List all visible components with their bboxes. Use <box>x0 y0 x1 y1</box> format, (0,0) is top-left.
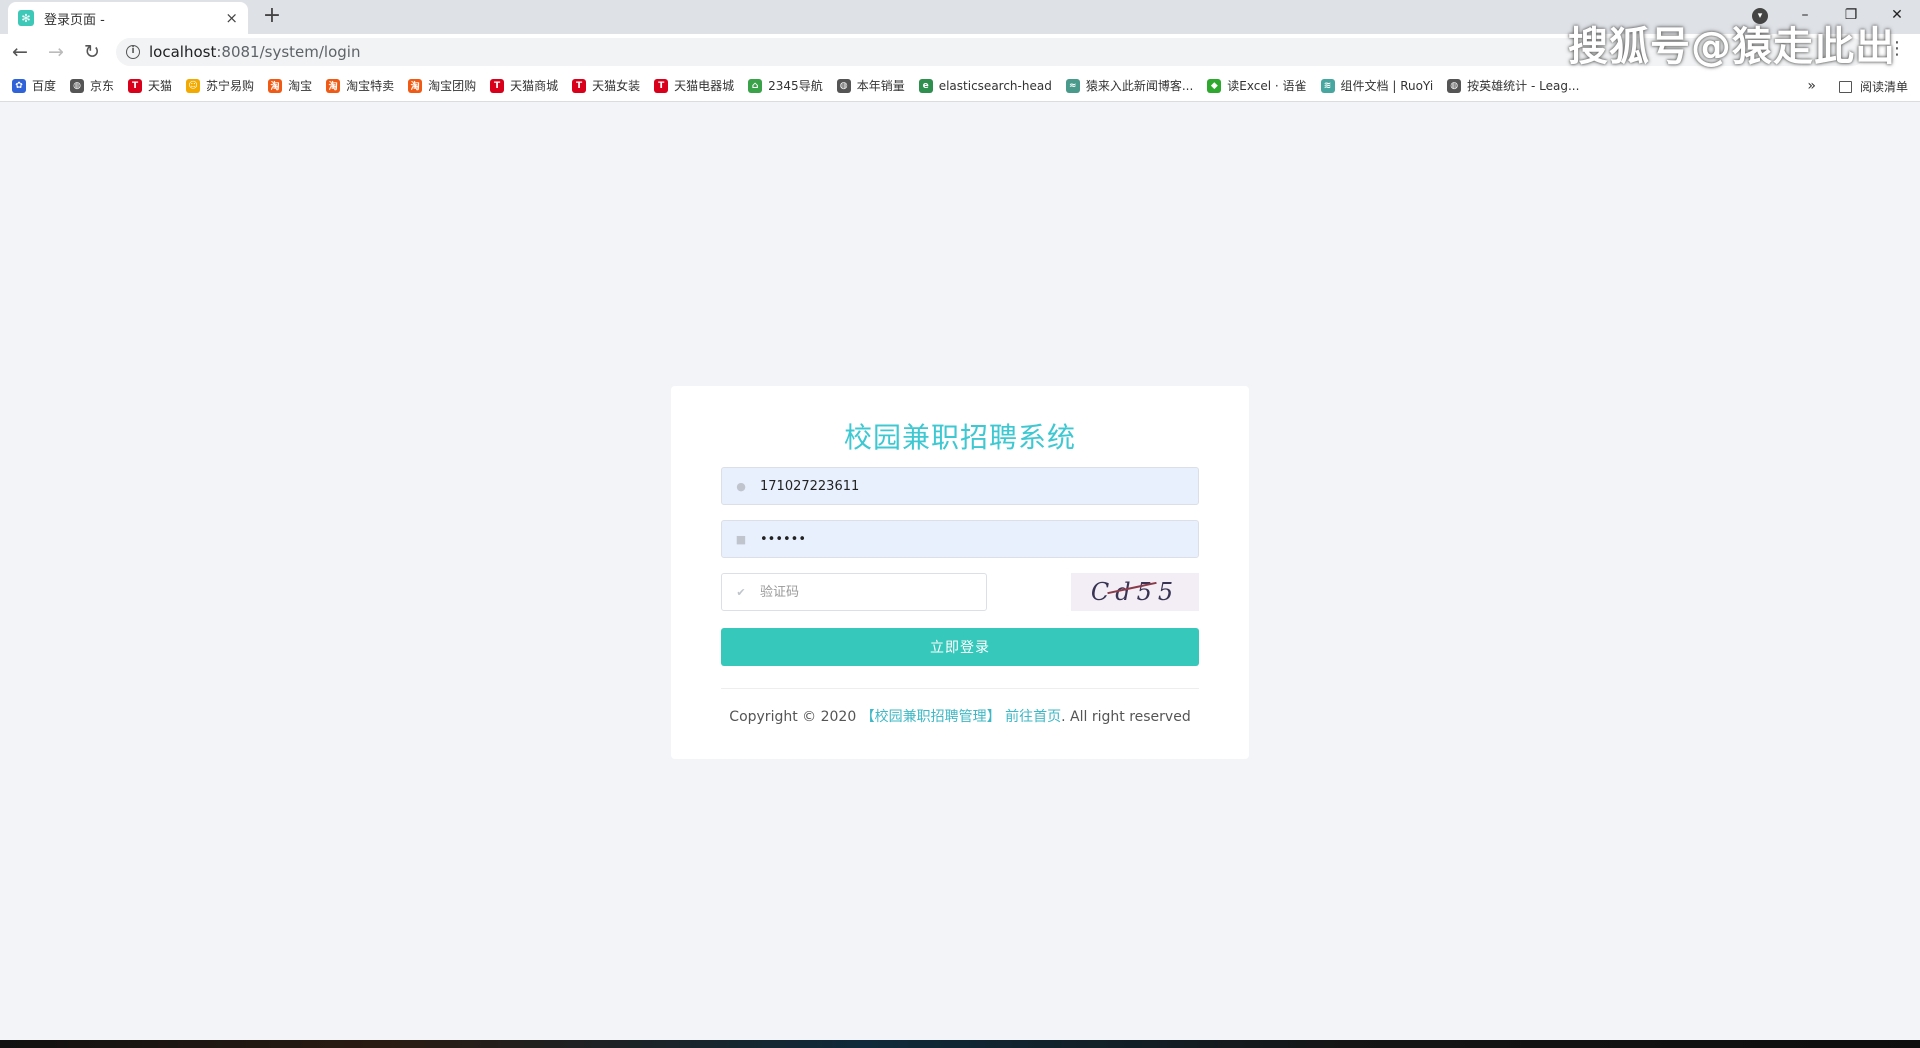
bookmark-item[interactable]: 淘淘宝团购 <box>408 77 476 94</box>
bookmark-label: 天猫商城 <box>510 79 559 93</box>
captcha-field[interactable]: ✔ <box>721 573 987 611</box>
bookmark-label: 百度 <box>32 79 57 93</box>
tab-title: 登录页面 - <box>44 12 105 28</box>
bookmarks-overflow-icon[interactable]: » <box>1807 78 1816 94</box>
user-icon: ● <box>736 479 746 493</box>
reload-icon[interactable]: ↻ <box>76 41 108 63</box>
bookmark-label: 京东 <box>90 79 115 93</box>
globe-icon: ◍ <box>1447 78 1462 93</box>
captcha-text: Cd55 <box>1090 578 1180 606</box>
yuque-icon: ◆ <box>1207 78 1222 93</box>
bookmark-item[interactable]: ☺ 苏宁易购 <box>186 77 254 94</box>
bookmark-item[interactable]: T 天猫商城 <box>490 77 558 94</box>
bookmark-label: 天猫 <box>148 79 173 93</box>
home-link[interactable]: 前往首页 <box>1005 709 1061 725</box>
active-tab[interactable]: ✻ 登录页面 - × <box>8 2 248 34</box>
password-field[interactable]: ■ <box>721 520 1199 558</box>
forward-arrow-icon[interactable]: → <box>40 41 72 63</box>
footer-suffix: . All right reserved <box>1061 709 1191 725</box>
taskbar <box>0 1040 1920 1048</box>
bookmark-item[interactable]: T 天猫 <box>128 77 172 94</box>
bookmark-label: 猿来入此新闻博客... <box>1085 79 1194 93</box>
url-host: localhost <box>149 43 217 61</box>
suning-icon: ☺ <box>186 78 201 93</box>
ruoyi-icon: ≋ <box>1320 78 1335 93</box>
bookmark-label: 组件文档 | RuoYi <box>1340 79 1434 93</box>
bookmark-label: 天猫女装 <box>592 79 641 93</box>
bookmark-label: 淘宝团购 <box>428 79 477 93</box>
bookmark-item[interactable]: ≋ 组件文档 | RuoYi <box>1320 77 1434 94</box>
bookmark-label: 读Excel · 语雀 <box>1227 79 1307 93</box>
bookmark-label: 按英雄统计 - Leag... <box>1467 79 1580 93</box>
check-icon: ✔ <box>736 585 746 599</box>
reading-list-icon <box>1838 80 1852 93</box>
login-card: 校园兼职招聘系统 ● ■ ✔ Cd55 立即登录 Copyright © 202… <box>671 386 1249 759</box>
password-input[interactable] <box>760 521 1198 557</box>
tab-close-icon[interactable]: × <box>225 9 238 27</box>
taobao-icon: 淘 <box>408 78 423 93</box>
tmall-icon: T <box>654 78 669 93</box>
globe-icon: ◍ <box>836 78 851 93</box>
url-path: :8081/system/login <box>216 43 361 61</box>
footer-prefix: Copyright © 2020 <box>729 709 861 725</box>
bookmark-item[interactable]: ◍ 京东 <box>70 77 114 94</box>
taobao-icon: 淘 <box>268 78 283 93</box>
paw-icon: ✿ <box>12 78 26 93</box>
captcha-input[interactable] <box>760 574 986 610</box>
bookmarks-bar: ✿ 百度 ◍ 京东 T 天猫 ☺ 苏宁易购淘淘宝淘淘宝特卖淘淘宝团购 T 天猫商城 T 天猫女装 T 天猫… <box>0 70 1920 102</box>
bookmark-item[interactable]: 淘淘宝特卖 <box>326 77 394 94</box>
reading-list-label: 阅读清单 <box>1859 80 1908 94</box>
copyright-footer: Copyright © 2020 【校园兼职招聘管理】 前往首页. All ri… <box>671 706 1249 726</box>
site-favicon-icon: ✻ <box>18 10 34 26</box>
news-icon: ≈ <box>1065 78 1080 93</box>
bookmark-item[interactable]: 淘淘宝 <box>268 77 312 94</box>
divider <box>721 688 1199 689</box>
bookmark-label: 淘宝 <box>288 79 313 93</box>
username-field[interactable]: ● <box>721 467 1199 505</box>
house-icon: ⌂ <box>748 78 763 93</box>
bookmark-item[interactable]: ◍ 本年销量 <box>836 77 905 94</box>
bookmark-item[interactable]: T 天猫女装 <box>572 77 640 94</box>
bookmark-label: 淘宝特卖 <box>346 79 395 93</box>
bookmark-label: elasticsearch-head <box>938 78 1052 93</box>
bookmark-item[interactable]: T 天猫电器城 <box>654 77 734 94</box>
bookmark-label: 天猫电器城 <box>674 79 735 93</box>
bookmark-label: 本年销量 <box>856 79 905 93</box>
elastic-icon: e <box>918 78 933 93</box>
watermark: 搜狐号@猿走此出 <box>1568 24 1896 70</box>
bookmark-item[interactable]: e elasticsearch-head <box>918 78 1052 93</box>
system-name-link[interactable]: 【校园兼职招聘管理】 <box>861 709 1001 725</box>
bookmark-item[interactable]: ✿ 百度 <box>12 77 56 94</box>
bookmark-label: 2345导航 <box>768 79 823 93</box>
bookmark-item[interactable]: ≈ 猿来入此新闻博客... <box>1065 77 1194 94</box>
taobao-icon: 淘 <box>326 78 341 93</box>
page-title: 校园兼职招聘系统 <box>843 421 1076 454</box>
back-arrow-icon[interactable]: ← <box>4 41 36 63</box>
globe-icon: ◍ <box>70 78 85 93</box>
site-info-icon[interactable]: i <box>126 45 140 59</box>
tmall-icon: T <box>128 78 143 93</box>
bookmark-item[interactable]: ⌂ 2345导航 <box>748 77 823 94</box>
login-button[interactable]: 立即登录 <box>721 628 1199 666</box>
lock-icon: ■ <box>735 532 747 546</box>
tmall-icon: T <box>490 78 505 93</box>
reading-list-button[interactable]: 阅读清单 <box>1838 78 1908 95</box>
tmall-icon: T <box>572 78 587 93</box>
bookmark-item[interactable]: ◆ 读Excel · 语雀 <box>1207 77 1307 94</box>
captcha-image[interactable]: Cd55 <box>1071 573 1199 611</box>
username-input[interactable] <box>760 468 1198 504</box>
bookmark-item[interactable]: ◍ 按英雄统计 - Leag... <box>1447 77 1579 94</box>
bookmark-label: 苏宁易购 <box>206 79 255 93</box>
new-tab-button[interactable]: + <box>260 5 284 29</box>
